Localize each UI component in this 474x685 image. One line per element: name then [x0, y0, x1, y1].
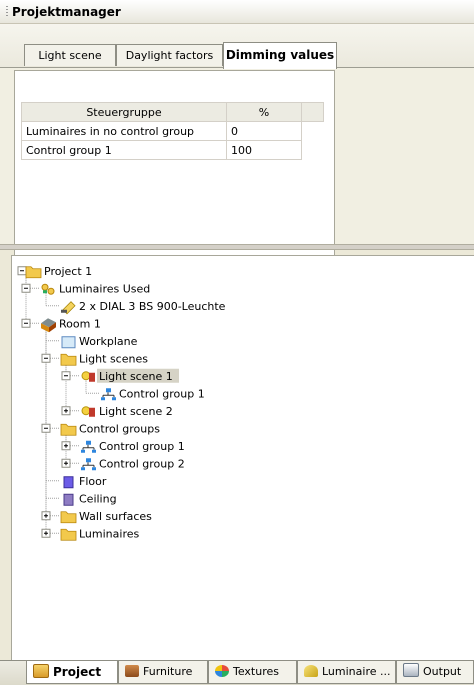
tree-node-label: Control groups [79, 422, 160, 435]
tree-node-label: Light scenes [79, 352, 148, 365]
project-icon [33, 664, 49, 678]
tree-node[interactable]: Floor [63, 475, 107, 489]
light-scene-icon [81, 371, 95, 382]
tree-node-label: Control group 2 [99, 457, 185, 470]
tree-node[interactable]: Control groups [41, 422, 160, 436]
tree-node-label: 2 x DIAL 3 BS 900-Leuchte [79, 300, 226, 313]
tree-node[interactable]: Control group 1 [101, 387, 205, 401]
header-percent[interactable]: % [226, 102, 302, 122]
tab-light-scene[interactable]: Light scene [24, 44, 116, 66]
tree-node-label: Luminaires Used [59, 282, 150, 295]
tab-strip: Light scene Daylight factors Dimming val… [0, 24, 474, 69]
workplane-icon [61, 336, 76, 349]
tree-node[interactable]: Control group 2 [61, 457, 185, 471]
tree-node-label: Light scene 2 [99, 405, 173, 418]
output-icon [403, 663, 419, 677]
control-group-icon [81, 458, 96, 471]
tab-dimming-values[interactable]: Dimming values [223, 42, 337, 69]
tree-node[interactable]: 2 x DIAL 3 BS 900-Leuchte [61, 300, 226, 315]
cell-group-name[interactable]: Luminaires in no control group [21, 121, 227, 141]
header-steuergruppe[interactable]: Steuergruppe [21, 102, 227, 122]
tree-canvas: Project 1 Luminaires Used 2 x DIAL 3 BS 90… [17, 265, 226, 541]
collapse-toggle[interactable] [41, 423, 51, 433]
drag-grip[interactable] [6, 6, 8, 18]
bottom-tab-furniture[interactable]: Furniture [118, 661, 208, 684]
tree-node-label: Workplane [79, 335, 138, 348]
luminaire-icon [304, 665, 318, 677]
tree-node-label: Project 1 [44, 265, 92, 278]
tree-node[interactable]: Luminaires Used [21, 282, 150, 295]
floor-icon [63, 476, 74, 489]
tree-node-label: Floor [79, 475, 107, 488]
room-icon [41, 318, 56, 333]
control-group-icon [101, 388, 116, 401]
header-filler [301, 102, 324, 122]
tree-node-label: Luminaires [79, 527, 139, 540]
cell-percent-value[interactable]: 0 [226, 121, 302, 141]
luminaires-used-icon [41, 283, 55, 295]
textures-icon [215, 665, 229, 677]
project-tree: Project 1 Luminaires Used 2 x DIAL 3 BS 90… [11, 255, 474, 660]
furniture-icon [125, 665, 139, 677]
tree-node[interactable]: Workplane [61, 335, 138, 349]
expand-toggle[interactable] [41, 528, 51, 538]
expand-toggle[interactable] [61, 458, 71, 468]
tree-node[interactable]: Ceiling [63, 492, 117, 506]
folder-icon [60, 511, 77, 524]
control-group-icon [81, 440, 96, 453]
bottom-tab-label: Textures [233, 665, 279, 678]
bottom-tab-label: Luminaire ... [322, 665, 391, 678]
tree-node-label: Wall surfaces [79, 510, 152, 523]
folder-icon [25, 266, 42, 279]
dimming-table: Steuergruppe % Luminaires in no control … [21, 102, 324, 160]
bottom-tab-luminaire[interactable]: Luminaire ... [297, 661, 396, 684]
expand-toggle[interactable] [61, 406, 71, 416]
luminaire-icon [61, 301, 76, 315]
collapse-toggle[interactable] [21, 318, 31, 328]
tree-node-label: Ceiling [79, 492, 117, 505]
tree-node[interactable]: Light scene 1 [61, 368, 179, 383]
tab-area: Light scene Daylight factors Dimming val… [0, 24, 474, 260]
table-row[interactable]: Luminaires in no control group 0 [21, 121, 324, 141]
title-bar: Projektmanager [0, 0, 474, 24]
bottom-tab-label: Furniture [143, 665, 193, 678]
collapse-toggle[interactable] [61, 371, 71, 381]
bottom-tab-label: Output [423, 665, 462, 678]
table-row[interactable]: Control group 1 100 [21, 140, 324, 160]
tree-node[interactable]: Project 1 [17, 265, 92, 279]
panel-splitter[interactable] [0, 244, 474, 250]
folder-icon [60, 528, 77, 541]
expand-toggle[interactable] [61, 441, 71, 451]
dimming-values-panel: Steuergruppe % Luminaires in no control … [14, 70, 335, 260]
bottom-tab-project[interactable]: Project [26, 661, 118, 684]
table-header-row: Steuergruppe % [21, 102, 324, 122]
bottom-tab-bar: Project Furniture Textures Luminaire ...… [0, 660, 474, 685]
collapse-toggle[interactable] [41, 353, 51, 363]
tree-node[interactable]: Room 1 [21, 317, 101, 333]
cell-group-name[interactable]: Control group 1 [21, 140, 227, 160]
tree-node-label: Light scene 1 [99, 370, 173, 383]
tree-node-label: Room 1 [59, 317, 101, 330]
tree-node-label: Control group 1 [119, 387, 205, 400]
bottom-tab-output[interactable]: Output [396, 661, 474, 684]
tree-node[interactable]: Control group 1 [61, 440, 185, 453]
window-title: Projektmanager [12, 5, 121, 19]
light-scene-icon [81, 406, 95, 417]
folder-icon [60, 353, 77, 366]
bottom-tab-label: Project [53, 665, 102, 679]
cell-percent-value[interactable]: 100 [226, 140, 302, 160]
tree-node[interactable]: Light scenes [41, 352, 148, 366]
collapse-toggle[interactable] [21, 283, 31, 293]
folder-icon [60, 423, 77, 436]
ceiling-icon [63, 493, 74, 506]
tab-daylight-factors[interactable]: Daylight factors [116, 44, 223, 66]
tree-node-label: Control group 1 [99, 440, 185, 453]
collapse-toggle[interactable] [17, 266, 27, 276]
bottom-tab-textures[interactable]: Textures [208, 661, 297, 684]
expand-toggle[interactable] [41, 511, 51, 521]
